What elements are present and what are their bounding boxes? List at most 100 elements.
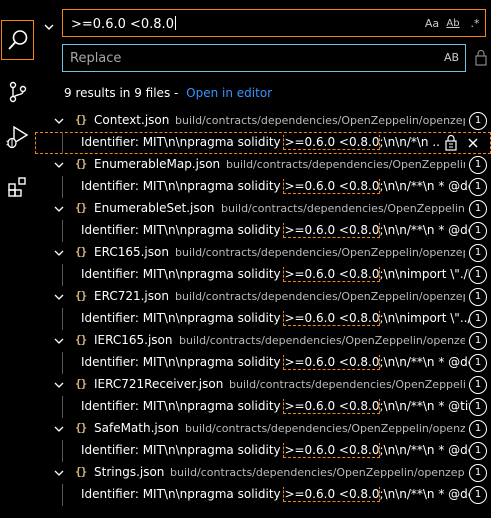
- replace-field[interactable]: AB: [62, 44, 466, 72]
- result-file-path: build/contracts/dependencies/OpenZeppeli…: [170, 466, 465, 479]
- json-file-icon: {}: [75, 201, 87, 214]
- match-case-toggle[interactable]: Aa: [424, 16, 440, 32]
- result-file-path: build/contracts/dependencies/OpenZeppeli…: [221, 202, 465, 215]
- json-file-icon: {}: [75, 113, 87, 126]
- activity-bar: [0, 0, 35, 518]
- replace-icon[interactable]: [445, 135, 457, 151]
- result-file-row[interactable]: {} ERC165.json build/contracts/dependencie…: [35, 242, 491, 264]
- chevron-down-icon[interactable]: [52, 290, 66, 304]
- match-count-badge: 1: [469, 288, 487, 306]
- match-suffix: ;\n\n/**\n * @title E...: [379, 399, 469, 413]
- preserve-case-toggle[interactable]: AB: [444, 51, 459, 64]
- result-match-row[interactable]: Identifier: MIT\n\npragma solidity >=0.6…: [35, 220, 491, 242]
- result-match-row[interactable]: Identifier: MIT\n\npragma solidity >=0.6…: [35, 352, 491, 374]
- replace-all-button[interactable]: [474, 50, 488, 66]
- result-match-row[interactable]: Identifier: MIT\n\npragma solidity >=0.6…: [35, 264, 491, 286]
- result-match-row[interactable]: Identifier: MIT\n\npragma solidity >=0.6…: [35, 132, 491, 154]
- run-debug-button[interactable]: [0, 117, 35, 157]
- indent-guide: [62, 484, 63, 506]
- match-count-badge: 1: [469, 310, 487, 328]
- match-suffix: ;\n\n/**\n * @dev In...: [379, 355, 469, 369]
- match-count-badge: 1: [469, 464, 487, 482]
- result-match-row[interactable]: Identifier: MIT\n\npragma solidity >=0.6…: [35, 484, 491, 506]
- result-file-name: ERC165.json: [94, 245, 169, 259]
- close-icon[interactable]: [467, 135, 479, 151]
- match-highlight: >=0.6.0 <0.8.0: [283, 311, 381, 326]
- match-count-badge: 1: [469, 266, 487, 284]
- match-count-badge: 1: [469, 486, 487, 504]
- result-file-path: build/contracts/dependencies/OpenZeppeli…: [185, 422, 465, 435]
- result-file-row[interactable]: {} EnumerableMap.json build/contracts/depe…: [35, 154, 491, 176]
- result-match-row[interactable]: Identifier: MIT\n\npragma solidity >=0.6…: [35, 396, 491, 418]
- indent-guide: [62, 176, 63, 198]
- result-file-row[interactable]: {} SafeMath.json build/contracts/dependenc…: [35, 418, 491, 440]
- result-file-name: EnumerableSet.json: [94, 201, 215, 215]
- search-input[interactable]: >=0.6.0 <0.8.0 Aa Ab .*: [62, 9, 486, 37]
- replace-input[interactable]: [64, 46, 434, 70]
- result-file-row[interactable]: {} IERC721Receiver.json build/contracts/de…: [35, 374, 491, 396]
- match-highlight: >=0.6.0 <0.8.0: [283, 223, 381, 238]
- indent-guide: [62, 308, 63, 330]
- match-prefix: Identifier: MIT\n\npragma solidity: [81, 135, 285, 149]
- match-highlight: >=0.6.0 <0.8.0: [283, 443, 381, 458]
- toggle-replace-button[interactable]: [42, 20, 56, 34]
- match-suffix: ;\n\nimport \"./IERC...: [379, 267, 469, 281]
- source-control-icon: [9, 81, 26, 103]
- match-count-badge: 1: [469, 244, 487, 262]
- chevron-down-icon[interactable]: [52, 114, 66, 128]
- chevron-down-icon[interactable]: [52, 202, 66, 216]
- result-file-path: build/contracts/dependencies/OpenZeppeli…: [229, 378, 465, 391]
- match-prefix: Identifier: MIT\n\npragma solidity: [81, 443, 285, 457]
- result-file-row[interactable]: {} Strings.json build/contracts/dependenci…: [35, 462, 491, 484]
- indent-guide: [62, 264, 63, 286]
- json-file-icon: {}: [75, 157, 87, 170]
- result-file-path: build/contracts/dependencies/OpenZeppeli…: [175, 114, 465, 127]
- match-count-badge: 1: [469, 376, 487, 394]
- extensions-icon: [7, 177, 26, 197]
- chevron-down-icon[interactable]: [52, 466, 66, 480]
- chevron-down-icon[interactable]: [52, 246, 66, 260]
- search-view-button[interactable]: [1, 20, 34, 60]
- match-count-badge: 1: [469, 332, 487, 350]
- chevron-down-icon: [44, 24, 54, 30]
- match-prefix: Identifier: MIT\n\npragma solidity: [81, 399, 285, 413]
- indent-guide: [62, 352, 63, 374]
- whole-word-toggle[interactable]: Ab: [445, 16, 461, 32]
- results-summary: 9 results in 9 files - Open in editor: [64, 86, 272, 100]
- result-file-row[interactable]: {} ERC721.json build/contracts/dependencie…: [35, 286, 491, 308]
- result-match-row[interactable]: Identifier: MIT\n\npragma solidity >=0.6…: [35, 440, 491, 462]
- match-count-badge: 1: [469, 178, 487, 196]
- json-file-icon: {}: [75, 465, 87, 478]
- result-file-name: ERC721.json: [94, 289, 169, 303]
- result-file-path: build/contracts/dependencies/OpenZeppeli…: [175, 290, 465, 303]
- match-suffix: ;\n\n/**\n * @dev Li...: [379, 179, 469, 193]
- chevron-down-icon[interactable]: [52, 334, 66, 348]
- match-count-badge: 1: [469, 156, 487, 174]
- indent-guide: [62, 396, 63, 418]
- whole-word-label: Ab: [446, 18, 460, 29]
- result-file-name: Context.json: [94, 113, 170, 127]
- chevron-down-icon[interactable]: [52, 378, 66, 392]
- match-count-badge: 1: [469, 222, 487, 240]
- result-file-name: EnumerableMap.json: [94, 157, 221, 171]
- chevron-down-icon[interactable]: [52, 158, 66, 172]
- result-match-row[interactable]: Identifier: MIT\n\npragma solidity >=0.6…: [35, 308, 491, 330]
- extensions-button[interactable]: [0, 167, 35, 207]
- json-file-icon: {}: [75, 333, 87, 346]
- result-file-row[interactable]: {} Context.json build/contracts/dependenci…: [35, 110, 491, 132]
- match-count-badge: 1: [469, 200, 487, 218]
- regex-toggle[interactable]: .*: [468, 16, 482, 32]
- chevron-down-icon[interactable]: [52, 422, 66, 436]
- open-in-editor-link[interactable]: Open in editor: [186, 86, 272, 100]
- source-control-button[interactable]: [0, 72, 35, 112]
- result-file-path: build/contracts/dependencies/OpenZeppeli…: [179, 334, 465, 347]
- match-prefix: Identifier: MIT\n\npragma solidity: [81, 179, 285, 193]
- result-file-row[interactable]: {} EnumerableSet.json build/contracts/depe…: [35, 198, 491, 220]
- match-count-badge: 1: [469, 442, 487, 460]
- match-prefix: Identifier: MIT\n\npragma solidity: [81, 267, 285, 281]
- match-prefix: Identifier: MIT\n\npragma solidity: [81, 355, 285, 369]
- result-match-row[interactable]: Identifier: MIT\n\npragma solidity >=0.6…: [35, 176, 491, 198]
- result-file-row[interactable]: {} IERC165.json build/contracts/dependenci…: [35, 330, 491, 352]
- match-count-badge: 1: [469, 112, 487, 130]
- replace-all-icon: [475, 50, 487, 66]
